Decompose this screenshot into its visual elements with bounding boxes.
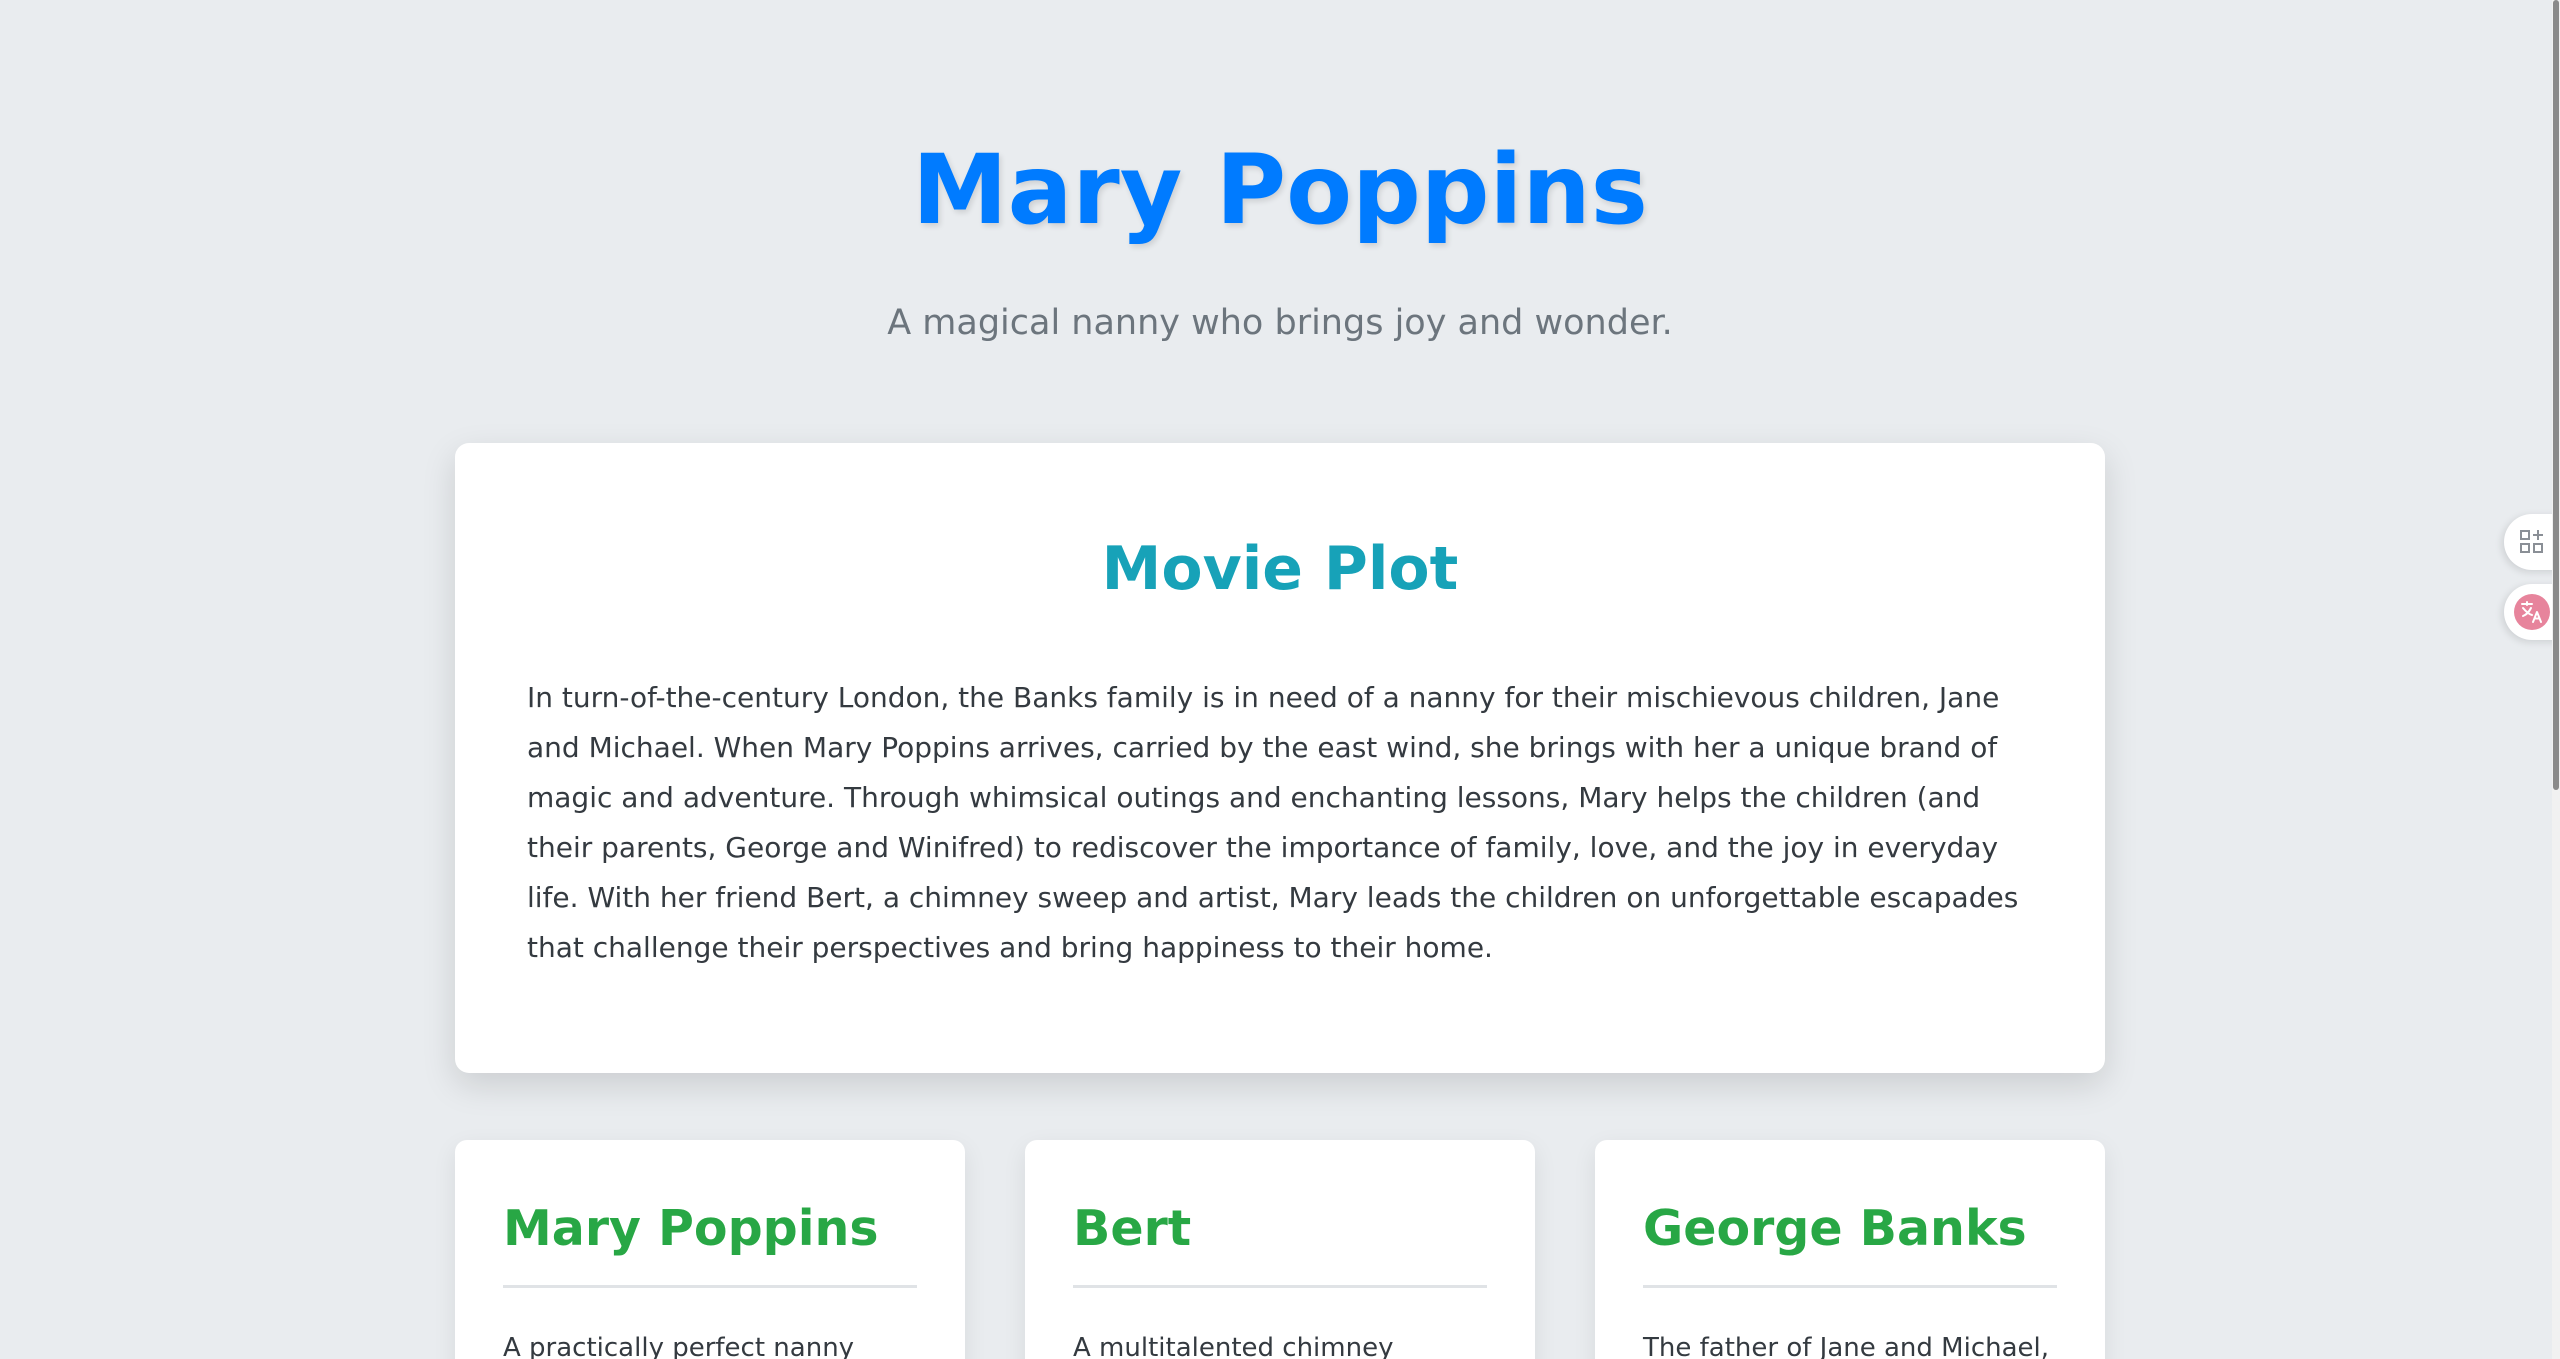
character-card-bert: Bert A multitalented chimney sweep, [1025, 1140, 1535, 1359]
plot-card: Movie Plot In turn-of-the-century London… [455, 443, 2105, 1073]
plot-text: In turn-of-the-century London, the Banks… [527, 681, 2019, 964]
page: Mary Poppins A magical nanny who brings … [0, 0, 2560, 1359]
plot-title: Movie Plot [1101, 534, 1459, 604]
character-card-george-banks: George Banks The father of Jane and Mich… [1595, 1140, 2105, 1359]
character-card-mary-poppins: Mary Poppins A practically perfect nanny… [455, 1140, 965, 1359]
page-subtitle: A magical nanny who brings joy and wonde… [887, 303, 1673, 343]
character-description: A practically perfect nanny with [503, 1332, 855, 1359]
grid-plus-icon [2519, 529, 2545, 555]
character-description: A multitalented chimney sweep, [1073, 1332, 1394, 1359]
character-name: Bert [1073, 1200, 1487, 1288]
character-description: The father of Jane and Michael, a [1643, 1332, 2050, 1359]
scrollbar-thumb[interactable] [2553, 0, 2559, 790]
side-toolbar [2500, 514, 2560, 654]
page-title: Mary Poppins [912, 134, 1648, 246]
translate-icon [2513, 593, 2551, 631]
character-name: Mary Poppins [503, 1200, 917, 1288]
scrollbar[interactable] [2552, 0, 2560, 1359]
character-name: George Banks [1643, 1200, 2057, 1288]
